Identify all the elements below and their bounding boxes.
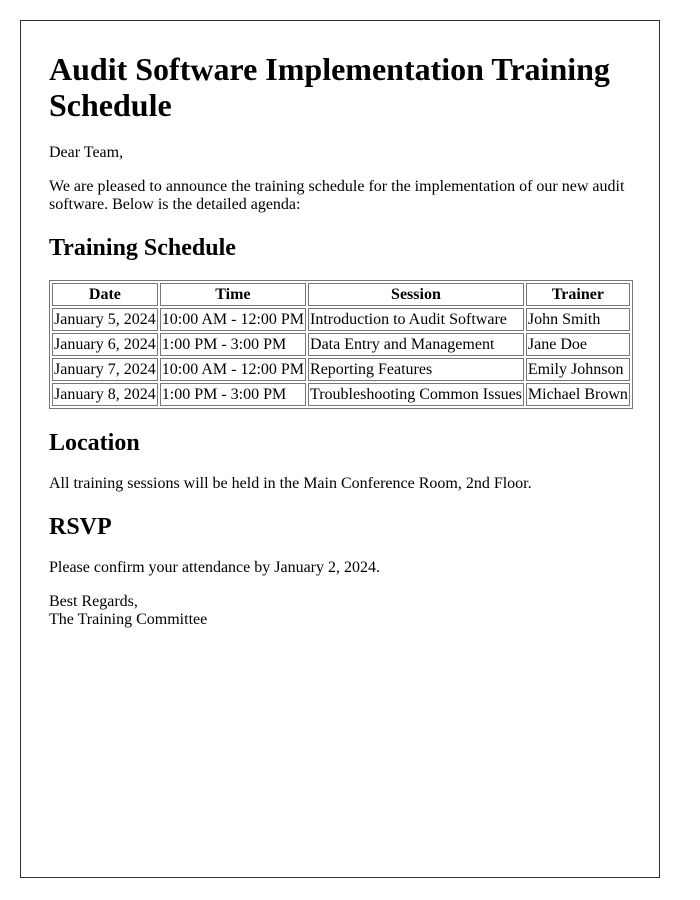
closing-signature: The Training Committee bbox=[49, 611, 208, 628]
cell-time: 10:00 AM - 12:00 PM bbox=[159, 358, 307, 381]
cell-time: 10:00 AM - 12:00 PM bbox=[159, 308, 307, 331]
cell-session: Troubleshooting Common Issues bbox=[308, 383, 524, 406]
page-title: Audit Software Implementation Training S… bbox=[49, 51, 610, 123]
cell-trainer: Michael Brown bbox=[525, 383, 630, 406]
location-text: All training sessions will be held in th… bbox=[49, 475, 532, 492]
cell-date: January 6, 2024 bbox=[52, 333, 158, 356]
letter-container: Audit Software Implementation Training S… bbox=[20, 20, 660, 878]
cell-trainer: Jane Doe bbox=[525, 333, 630, 356]
cell-trainer: Emily Johnson bbox=[525, 358, 630, 381]
cell-session: Data Entry and Management bbox=[308, 333, 524, 356]
table-row: January 7, 2024 10:00 AM - 12:00 PM Repo… bbox=[52, 358, 630, 381]
table-row: January 5, 2024 10:00 AM - 12:00 PM Intr… bbox=[52, 308, 630, 331]
table-row: January 6, 2024 1:00 PM - 3:00 PM Data E… bbox=[52, 333, 630, 356]
cell-trainer: John Smith bbox=[525, 308, 630, 331]
schedule-table: Date Time Session Trainer January 5, 202… bbox=[49, 280, 633, 409]
column-header-trainer: Trainer bbox=[525, 283, 630, 306]
column-header-session: Session bbox=[308, 283, 524, 306]
rsvp-text: Please confirm your attendance by Januar… bbox=[49, 559, 381, 576]
greeting: Dear Team, bbox=[49, 144, 124, 161]
cell-session: Introduction to Audit Software bbox=[308, 308, 524, 331]
rsvp-heading: RSVP bbox=[49, 514, 112, 540]
table-header-row: Date Time Session Trainer bbox=[52, 283, 630, 306]
table-row: January 8, 2024 1:00 PM - 3:00 PM Troubl… bbox=[52, 383, 630, 406]
cell-date: January 7, 2024 bbox=[52, 358, 158, 381]
column-header-date: Date bbox=[52, 283, 158, 306]
schedule-heading: Training Schedule bbox=[49, 235, 236, 261]
intro-paragraph: We are pleased to announce the training … bbox=[49, 178, 625, 213]
column-header-time: Time bbox=[159, 283, 307, 306]
cell-date: January 5, 2024 bbox=[52, 308, 158, 331]
cell-date: January 8, 2024 bbox=[52, 383, 158, 406]
cell-time: 1:00 PM - 3:00 PM bbox=[159, 333, 307, 356]
cell-session: Reporting Features bbox=[308, 358, 524, 381]
location-heading: Location bbox=[49, 430, 140, 456]
closing-salutation: Best Regards, bbox=[49, 593, 138, 610]
cell-time: 1:00 PM - 3:00 PM bbox=[159, 383, 307, 406]
